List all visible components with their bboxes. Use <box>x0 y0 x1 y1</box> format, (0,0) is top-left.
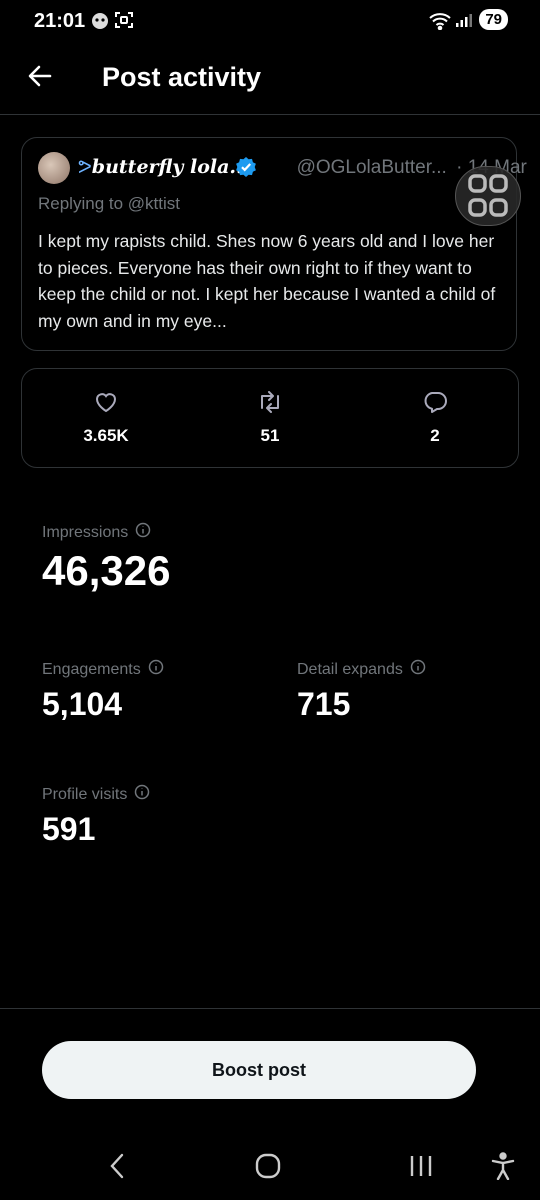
comment-icon <box>423 392 447 417</box>
impressions-metric: Impressions 46,326 <box>42 522 170 595</box>
butterfly-emoji: ᕗ <box>78 157 92 178</box>
author-handle[interactable]: @OGLolaButter... <box>297 157 447 178</box>
wifi-icon <box>428 12 452 35</box>
display-name[interactable]: butterfly lola... <box>92 156 249 178</box>
engagements-metric: Engagements 5,104 <box>42 659 164 723</box>
engagements-label: Engagements <box>42 660 141 678</box>
app-notification-icon <box>90 10 110 35</box>
info-icon[interactable] <box>148 659 164 680</box>
status-time: 21:01 <box>34 10 86 32</box>
engagement-stats: 3.65K 51 2 <box>21 368 519 468</box>
detail-expands-label: Detail expands <box>297 660 403 678</box>
detail-expands-metric: Detail expands 715 <box>297 659 426 723</box>
quoted-post-card[interactable]: ᕗbutterfly lola... @OGLolaButter... · 14… <box>21 137 527 351</box>
reposts-count: 51 <box>260 426 280 445</box>
likes-count: 3.65K <box>83 426 129 445</box>
engagements-value: 5,104 <box>42 686 123 722</box>
signal-icon <box>455 12 473 33</box>
likes-stat: 3.65K <box>56 391 156 446</box>
divider <box>0 1008 540 1009</box>
profile-visits-metric: Profile visits 591 <box>42 784 150 848</box>
top-app-bar: Post activity <box>0 50 540 115</box>
accessibility-icon[interactable] <box>490 1152 516 1185</box>
replies-stat: 2 <box>385 391 485 446</box>
info-icon[interactable] <box>135 522 151 543</box>
impressions-label: Impressions <box>42 523 129 541</box>
profile-visits-label: Profile visits <box>42 785 128 803</box>
verified-badge-icon <box>235 156 257 183</box>
replying-to-handle[interactable]: @kttist <box>128 194 180 213</box>
battery-level: 79 <box>479 9 508 30</box>
avatar[interactable] <box>38 152 70 184</box>
replying-to: Replying to @kttist <box>38 194 180 214</box>
nav-home-icon[interactable] <box>254 1152 282 1185</box>
page-title: Post activity <box>102 62 262 92</box>
repost-icon <box>257 391 283 417</box>
impressions-value: 46,326 <box>42 547 171 594</box>
replies-count: 2 <box>430 426 440 445</box>
status-bar: 21:01 79 <box>0 0 540 44</box>
system-navigation-bar <box>0 1130 540 1200</box>
screenshot-icon <box>114 10 134 35</box>
profile-visits-value: 591 <box>42 811 96 847</box>
replying-prefix: Replying to <box>38 194 124 213</box>
detail-expands-value: 715 <box>297 686 351 722</box>
boost-post-button[interactable]: Boost post <box>42 1041 476 1099</box>
info-icon[interactable] <box>134 784 150 805</box>
reposts-stat: 51 <box>220 391 320 446</box>
info-icon[interactable] <box>410 659 426 680</box>
floating-apps-button[interactable] <box>455 166 521 226</box>
nav-recents-icon[interactable] <box>408 1152 434 1185</box>
heart-icon <box>94 393 118 417</box>
back-arrow-icon[interactable] <box>26 62 54 95</box>
post-text: I kept my rapists child. Shes now 6 year… <box>38 231 496 331</box>
nav-back-icon[interactable] <box>106 1152 128 1185</box>
